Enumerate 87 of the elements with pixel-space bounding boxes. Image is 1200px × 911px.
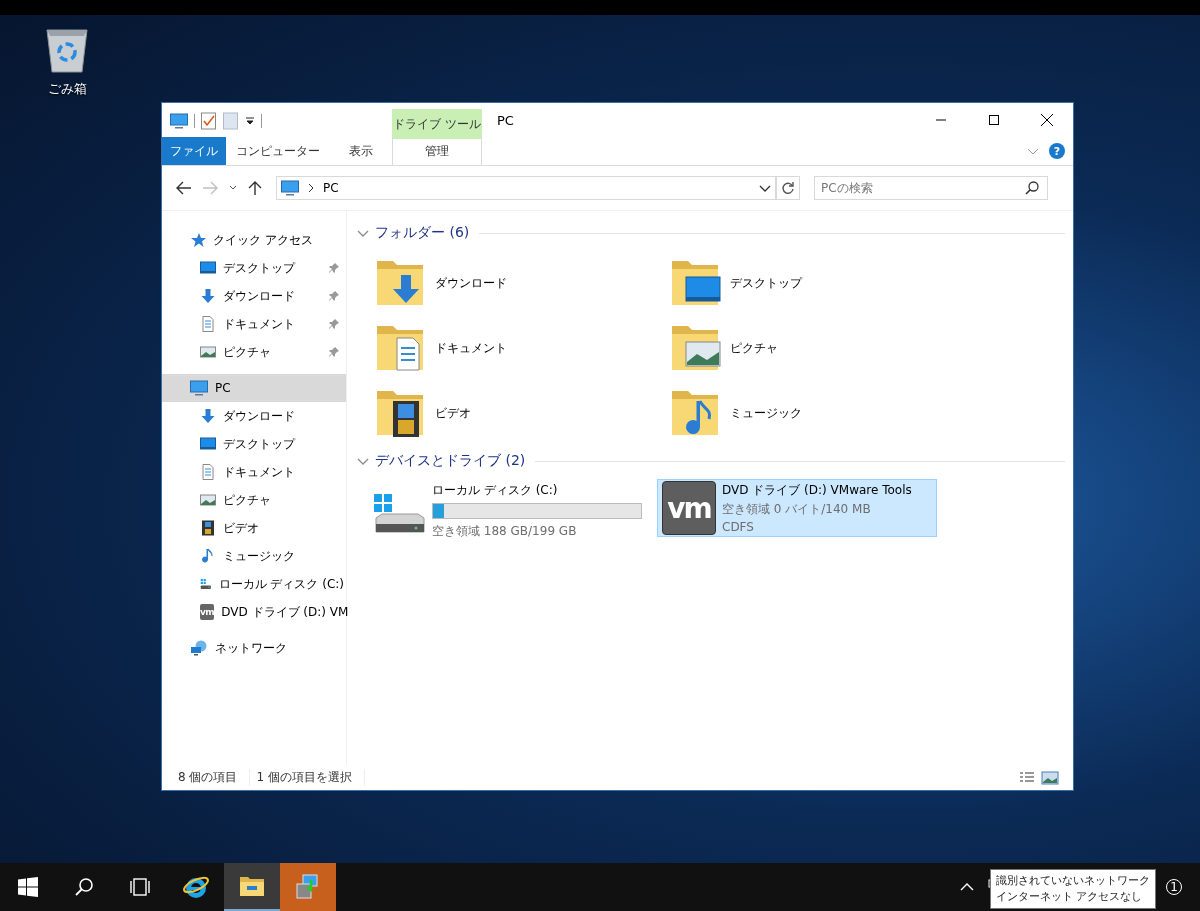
nav-item[interactable]: ドキュメント bbox=[162, 458, 346, 486]
maximize-icon bbox=[988, 115, 999, 125]
help-icon[interactable]: ? bbox=[1049, 143, 1065, 159]
drive-space: 空き領域 0 バイト/140 MB bbox=[722, 501, 872, 518]
nav-item[interactable]: デスクトップ bbox=[162, 254, 346, 282]
hard-drive-icon bbox=[200, 576, 212, 592]
browser-icon bbox=[182, 874, 210, 900]
desktop-icon bbox=[200, 436, 216, 452]
vm-logo-icon: vm bbox=[200, 604, 215, 620]
search-icon[interactable] bbox=[1025, 181, 1039, 195]
section-header[interactable]: フォルダー (6) bbox=[375, 224, 470, 242]
nav-item[interactable]: デスクトップ bbox=[162, 430, 346, 458]
pin-icon[interactable] bbox=[328, 346, 340, 358]
desktop-icon bbox=[200, 260, 216, 276]
drive-item[interactable]: ローカル ディスク (C:) 空き領域 188 GB/199 GB bbox=[367, 479, 647, 537]
chevron-icon bbox=[307, 183, 315, 193]
nav-item[interactable]: ローカル ディスク (C:) bbox=[162, 570, 346, 598]
drive-space: 空き領域 188 GB/199 GB bbox=[432, 523, 578, 540]
nav-item[interactable]: ドキュメント bbox=[162, 310, 346, 338]
nav-item[interactable]: ビデオ bbox=[162, 514, 346, 542]
nav-item[interactable]: ネットワーク bbox=[162, 634, 346, 662]
monitor-icon bbox=[281, 180, 299, 196]
selection-count: 1 個の項目を選択 bbox=[256, 769, 365, 786]
folder-item[interactable]: ピクチャ bbox=[670, 320, 965, 376]
folder-item[interactable]: ドキュメント bbox=[375, 320, 670, 376]
nav-item[interactable]: vm DVD ドライブ (D:) VM bbox=[162, 598, 346, 626]
back-icon[interactable] bbox=[176, 181, 192, 195]
monitor-icon bbox=[190, 380, 208, 396]
folder-icon bbox=[239, 875, 265, 897]
music-note-icon bbox=[200, 548, 216, 564]
folder-item[interactable]: デスクトップ bbox=[670, 255, 965, 311]
ribbon-tab[interactable]: 表示 bbox=[330, 137, 392, 165]
up-icon[interactable] bbox=[248, 180, 262, 196]
section-header[interactable]: デバイスとドライブ (2) bbox=[375, 452, 526, 470]
folder-item[interactable]: ミュージック bbox=[670, 385, 965, 441]
nav-item[interactable]: ピクチャ bbox=[162, 486, 346, 514]
ribbon-tab[interactable]: 管理 bbox=[392, 137, 482, 165]
star-icon bbox=[190, 232, 206, 248]
window-title: PC bbox=[497, 113, 514, 128]
desktop-icon-label[interactable]: ごみ箱 bbox=[47, 80, 87, 98]
tooltip-text: 識別されていないネットワーク bbox=[996, 873, 1150, 889]
vm-logo-icon: vm bbox=[662, 481, 716, 535]
hard-drive-icon bbox=[372, 492, 426, 536]
context-tab-group-label: ドライブ ツール bbox=[392, 109, 482, 139]
down-arrow-icon bbox=[200, 288, 216, 304]
document-icon bbox=[200, 464, 216, 480]
task-view-icon bbox=[128, 878, 152, 896]
network-icon bbox=[190, 640, 208, 656]
search-icon bbox=[74, 877, 94, 897]
folder-item[interactable]: ビデオ bbox=[375, 385, 670, 441]
ribbon-tab[interactable]: ファイル bbox=[162, 137, 226, 165]
down-arrow-icon bbox=[200, 408, 216, 424]
drive-name: DVD ドライブ (D:) VMware Tools bbox=[722, 482, 913, 499]
taskbar-button[interactable] bbox=[224, 863, 280, 911]
document-icon bbox=[200, 316, 216, 332]
search-field[interactable]: PCの検索 bbox=[814, 176, 1048, 200]
nav-item[interactable]: ミュージック bbox=[162, 542, 346, 570]
installer-icon bbox=[295, 874, 321, 900]
drive-name: ローカル ディスク (C:) bbox=[432, 482, 559, 499]
file-system: CDFS bbox=[722, 520, 755, 534]
nav-item[interactable]: クイック アクセス bbox=[162, 226, 346, 254]
tooltip-text: インターネット アクセスなし bbox=[996, 889, 1144, 905]
dropdown-icon[interactable] bbox=[245, 116, 255, 126]
ribbon-tab[interactable]: コンピューター bbox=[226, 137, 330, 165]
nav-item[interactable]: ピクチャ bbox=[162, 338, 346, 366]
folder-item[interactable]: ダウンロード bbox=[375, 255, 670, 311]
refresh-icon bbox=[781, 181, 795, 195]
show-hidden-icons-icon[interactable] bbox=[960, 882, 974, 892]
monitor-icon bbox=[170, 113, 188, 129]
pin-icon[interactable] bbox=[328, 318, 340, 330]
pin-icon[interactable] bbox=[328, 262, 340, 274]
refresh-button[interactable] bbox=[776, 176, 800, 200]
nav-item[interactable]: ダウンロード bbox=[162, 402, 346, 430]
picture-icon bbox=[200, 344, 216, 360]
windows-logo-icon bbox=[18, 877, 38, 897]
film-icon bbox=[200, 520, 216, 536]
nav-item[interactable]: ダウンロード bbox=[162, 282, 346, 310]
details-view-icon[interactable] bbox=[1019, 770, 1035, 785]
properties-icon[interactable] bbox=[201, 112, 217, 130]
close-icon bbox=[1040, 114, 1053, 126]
picture-icon bbox=[200, 492, 216, 508]
item-count: 8 個の項目 bbox=[178, 769, 251, 786]
recycle-bin-icon[interactable] bbox=[44, 26, 90, 74]
pin-icon[interactable] bbox=[328, 290, 340, 302]
nav-item[interactable]: PC bbox=[162, 374, 346, 402]
address-bar[interactable]: PC bbox=[276, 176, 776, 200]
large-icons-view-icon[interactable] bbox=[1041, 770, 1059, 785]
